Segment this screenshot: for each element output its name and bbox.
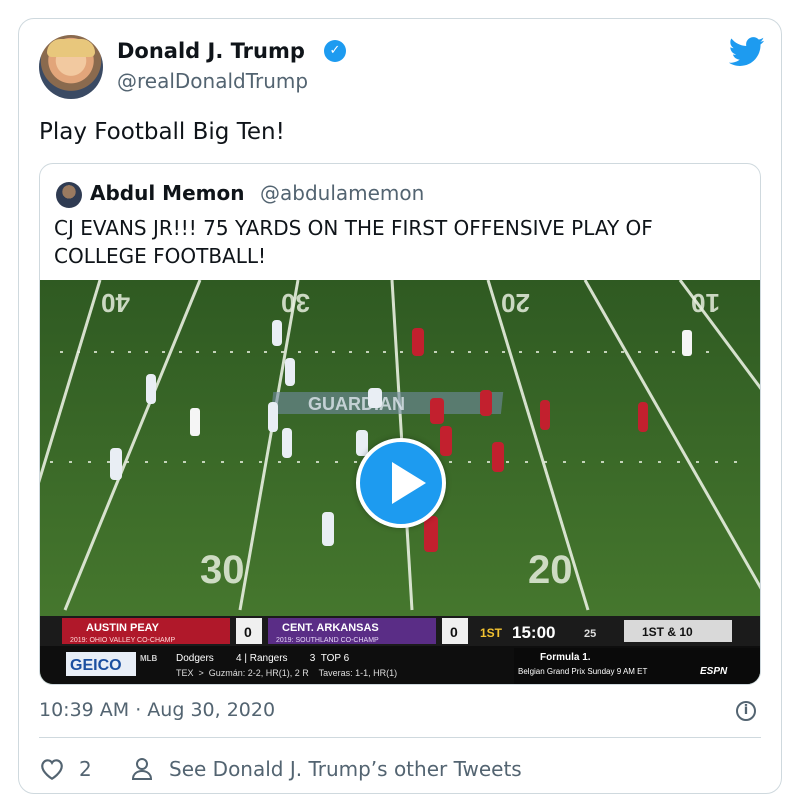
verified-badge-icon: ✓ xyxy=(324,40,346,62)
quoted-tweet[interactable]: Abdul Memon @abdulamemon CJ EVANS JR!!! … xyxy=(39,163,761,685)
ticker-scores: Dodgers 4 | Rangers 3 TOP 6 xyxy=(176,653,350,664)
game-clock: 15:00 xyxy=(512,623,555,642)
team1-name: AUSTIN PEAY xyxy=(86,622,160,634)
field-number-20: 20 xyxy=(501,288,530,318)
divider xyxy=(39,737,761,738)
like-count[interactable]: 2 xyxy=(79,757,92,781)
twitter-bird-icon[interactable] xyxy=(729,37,765,67)
person-icon xyxy=(131,758,153,780)
team2-score: 0 xyxy=(450,624,458,640)
team1-score: 0 xyxy=(244,624,252,640)
author-name[interactable]: Donald J. Trump xyxy=(117,39,305,63)
video-player[interactable]: 40 30 20 10 30 20 GUARDIAN AUSTIN PEAY 2… xyxy=(40,279,760,684)
tweet-timestamp[interactable]: 10:39 AM · Aug 30, 2020 xyxy=(39,699,275,721)
info-icon[interactable]: i xyxy=(736,701,756,721)
author-avatar[interactable] xyxy=(39,35,103,99)
play-icon xyxy=(392,462,426,504)
tweet-card: Donald J. Trump ✓ @realDonaldTrump Play … xyxy=(18,18,782,794)
field-number-10: 10 xyxy=(691,288,720,318)
team2-subtitle: 2019: SOUTHLAND CO-CHAMP xyxy=(276,637,379,644)
quoted-author-handle[interactable]: @abdulamemon xyxy=(260,181,424,205)
quoted-tweet-text: CJ EVANS JR!!! 75 YARDS ON THE FIRST OFF… xyxy=(54,216,653,268)
ticker-promo-text: Belgian Grand Prix Sunday 9 AM ET xyxy=(518,667,648,676)
see-other-tweets-link[interactable]: See Donald J. Trump’s other Tweets xyxy=(169,757,522,781)
ticker-sponsor: GEICO xyxy=(70,657,122,674)
play-clock: 25 xyxy=(584,628,596,640)
play-button[interactable] xyxy=(356,438,446,528)
down-distance: 1ST & 10 xyxy=(642,625,693,639)
ticker-promo-title: Formula 1. xyxy=(540,652,591,663)
quoted-author-avatar[interactable] xyxy=(56,182,82,208)
author-handle[interactable]: @realDonaldTrump xyxy=(117,69,308,93)
team2-name: CENT. ARKANSAS xyxy=(282,622,379,634)
ticker-stats: TEX > Guzmán: 2-2, HR(1), 2 R Taveras: 1… xyxy=(176,668,397,678)
quoted-author-name[interactable]: Abdul Memon xyxy=(90,181,244,205)
game-quarter: 1ST xyxy=(480,626,503,640)
field-number-30-near: 30 xyxy=(200,548,245,592)
team1-subtitle: 2019: OHIO VALLEY CO-CHAMP xyxy=(70,637,175,644)
tweet-text: Play Football Big Ten! xyxy=(39,119,285,145)
field-number-30: 30 xyxy=(281,288,310,318)
field-number-20-near: 20 xyxy=(528,548,573,592)
ticker-league: MLB xyxy=(140,654,158,663)
field-number-40: 40 xyxy=(101,288,130,318)
heart-icon[interactable] xyxy=(39,757,65,781)
field-logo: GUARDIAN xyxy=(308,394,405,414)
ticker-network: ESPN xyxy=(700,666,728,677)
